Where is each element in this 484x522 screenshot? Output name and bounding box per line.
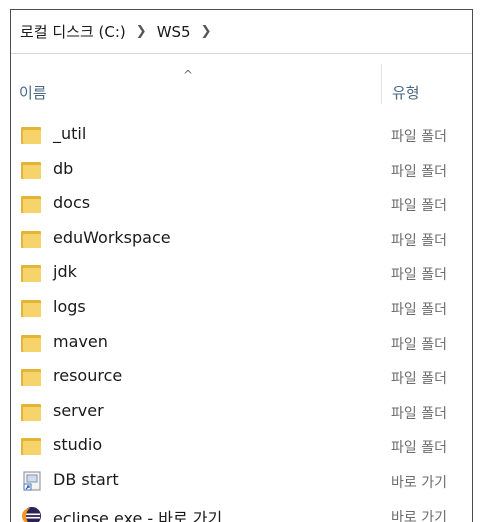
item-type: 파일 폴더 xyxy=(391,129,447,145)
list-item[interactable]: DB start 바로 가기 xyxy=(11,464,472,498)
folder-icon xyxy=(21,228,43,250)
list-item[interactable]: maven 파일 폴더 xyxy=(11,326,472,360)
list-item[interactable]: docs 파일 폴더 xyxy=(11,187,472,221)
item-name: db xyxy=(53,158,74,178)
list-item[interactable]: server 파일 폴더 xyxy=(11,395,472,429)
explorer-window: 로컬 디스크 (C:) ❯ WS5 ❯ ^ 이름 유형 _util 파일 폴더 db… xyxy=(10,9,473,522)
list-item[interactable]: logs 파일 폴더 xyxy=(11,291,472,325)
list-item[interactable]: jdk 파일 폴더 xyxy=(11,256,472,290)
item-type: 파일 폴더 xyxy=(391,198,447,215)
item-name: maven xyxy=(53,331,108,351)
eclipse-icon xyxy=(21,505,43,522)
item-name: _util xyxy=(53,124,87,143)
item-name: eclipse.exe - 바로 가기 xyxy=(53,508,223,522)
folder-icon xyxy=(21,124,43,146)
item-type: 파일 폴더 xyxy=(391,336,447,353)
folder-icon xyxy=(21,366,43,388)
folder-icon xyxy=(21,401,43,423)
chevron-right-icon[interactable]: ❯ xyxy=(136,24,147,39)
folder-icon xyxy=(21,159,43,181)
item-name: DB start xyxy=(53,470,119,489)
list-item[interactable]: eclipse.exe - 바로 가기 바로 가기 xyxy=(11,499,472,522)
folder-icon xyxy=(21,435,43,457)
item-name: jdk xyxy=(53,262,77,282)
item-type: 파일 폴더 xyxy=(391,440,447,457)
item-type: 파일 폴더 xyxy=(391,267,447,284)
folder-icon xyxy=(21,297,43,319)
item-name: server xyxy=(53,400,104,420)
item-type: 파일 폴더 xyxy=(391,371,447,388)
chevron-right-icon[interactable]: ❯ xyxy=(201,24,212,39)
folder-icon xyxy=(21,332,43,354)
sort-caret-icon: ^ xyxy=(183,68,194,82)
folder-icon xyxy=(21,262,43,284)
item-type: 파일 폴더 xyxy=(391,302,447,318)
column-header: ^ 이름 유형 xyxy=(11,54,472,106)
item-name: eduWorkspace xyxy=(53,227,171,247)
list-item[interactable]: _util 파일 폴더 xyxy=(11,118,472,152)
item-name: studio xyxy=(53,435,103,455)
item-name: resource xyxy=(53,366,123,386)
item-name: logs xyxy=(53,297,86,316)
breadcrumb: 로컬 디스크 (C:) ❯ WS5 ❯ xyxy=(11,10,472,54)
item-type: 파일 폴더 xyxy=(391,232,447,249)
list-item[interactable]: studio 파일 폴더 xyxy=(11,429,472,463)
folder-icon xyxy=(21,193,43,215)
breadcrumb-folder[interactable]: WS5 xyxy=(157,23,191,41)
item-name: docs xyxy=(53,193,91,213)
list-item[interactable]: db 파일 폴더 xyxy=(11,153,472,187)
column-header-type[interactable]: 유형 xyxy=(392,82,420,103)
item-type: 바로 가기 xyxy=(391,509,447,522)
shortcut-icon xyxy=(21,470,43,492)
column-divider[interactable] xyxy=(381,64,382,104)
item-type: 파일 폴더 xyxy=(391,163,447,180)
column-header-name[interactable]: 이름 xyxy=(19,82,47,103)
breadcrumb-drive[interactable]: 로컬 디스크 (C:) xyxy=(20,21,126,42)
list-item[interactable]: resource 파일 폴더 xyxy=(11,360,472,394)
list-item[interactable]: eduWorkspace 파일 폴더 xyxy=(11,222,472,256)
item-type: 파일 폴더 xyxy=(391,405,447,422)
item-type: 바로 가기 xyxy=(391,475,447,491)
